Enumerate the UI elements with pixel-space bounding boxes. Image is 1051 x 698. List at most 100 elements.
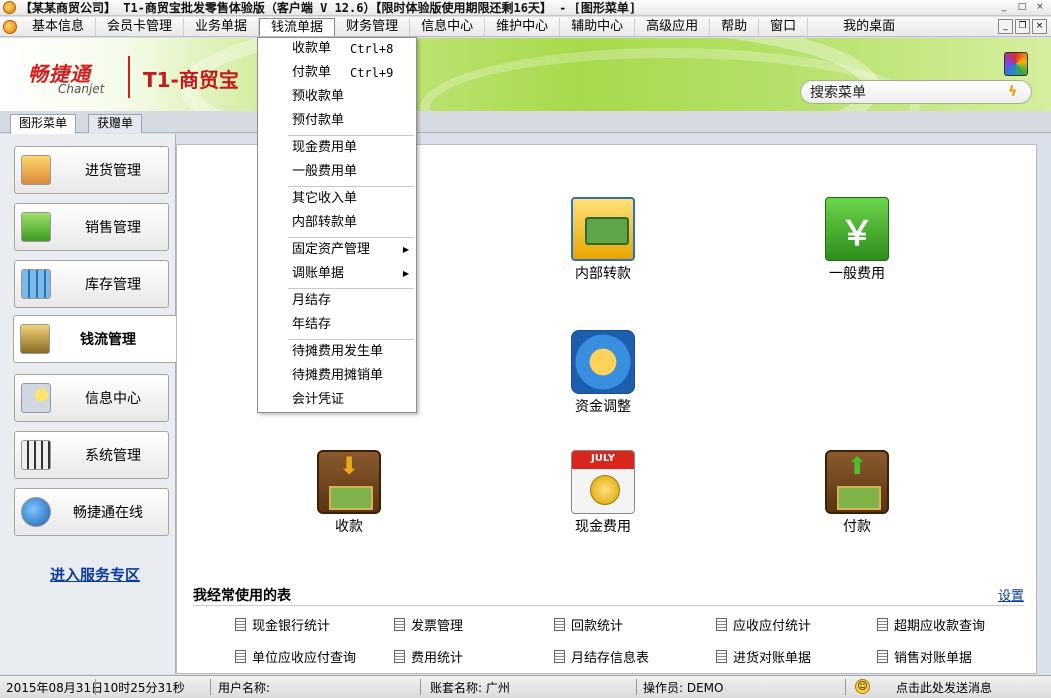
menu-assist[interactable]: 辅助中心 — [560, 17, 636, 36]
service-zone-link[interactable]: 进入服务专区 — [50, 564, 140, 585]
app-logo-icon — [3, 1, 16, 14]
menu-item-cash-expense[interactable]: 现金费用单 — [259, 137, 415, 159]
sales-basket-icon — [21, 212, 51, 242]
mdi-controls: _ ❐ × — [998, 19, 1047, 34]
menu-member-card[interactable]: 会员卡管理 — [96, 17, 185, 36]
feature-label: 内部转款 — [575, 266, 631, 282]
inventory-icon — [21, 269, 51, 299]
menu-cash-flow-docs[interactable]: 钱流单据 — [259, 17, 336, 36]
status-bar: 2015年08月31日 10时25分31秒 用户名称: 账套名称: 广州 操作员… — [0, 675, 1051, 698]
tab-gift-orders[interactable]: 获赠单 — [88, 114, 143, 133]
menu-info-center[interactable]: 信息中心 — [410, 17, 486, 36]
mdi-close-button[interactable]: × — [1032, 19, 1047, 34]
menu-advanced[interactable]: 高级应用 — [635, 17, 711, 36]
frequent-settings-link[interactable]: 设置 — [998, 585, 1024, 604]
menu-item-receipt[interactable]: 收款单 Ctrl+8 — [259, 38, 415, 60]
search-label: 搜索菜单 — [810, 85, 866, 101]
menu-basic-info[interactable]: 基本信息 — [21, 17, 97, 36]
nav-sales[interactable]: 销售管理 — [14, 203, 169, 251]
status-account: 账套名称: 广州 — [430, 681, 510, 695]
menu-item-internal-transfer[interactable]: 内部转款单 — [259, 212, 415, 234]
feature-cash-expense[interactable]: JULY 现金费用 — [543, 450, 663, 536]
frequent-report-item[interactable]: 超期应收款查询 — [877, 615, 985, 634]
mdi-minimize-button[interactable]: _ — [998, 19, 1013, 34]
menu-maintenance[interactable]: 维护中心 — [485, 17, 561, 36]
frequent-report-item[interactable]: 发票管理 — [394, 615, 463, 634]
title-bar: 【某某商贸公司】 T1-商贸宝批发零售体验版（客户端 V 12.6）【限时体验版… — [0, 0, 1051, 16]
frequent-report-label: 月结存信息表 — [571, 651, 650, 666]
menu-business-docs[interactable]: 业务单据 — [184, 17, 260, 36]
minimize-button[interactable]: _ — [997, 1, 1011, 14]
nav-online[interactable]: 畅捷通在线 — [14, 488, 169, 536]
menu-finance[interactable]: 财务管理 — [335, 17, 411, 36]
nav-cash-flow[interactable]: 钱流管理 — [13, 315, 177, 363]
submenu-arrow-icon: ▶ — [402, 269, 409, 278]
frequent-report-item[interactable]: 月结存信息表 — [554, 647, 649, 666]
menu-help[interactable]: 帮助 — [710, 17, 760, 36]
menu-item-payment[interactable]: 付款单 Ctrl+9 — [259, 62, 415, 84]
menu-separator — [288, 288, 414, 289]
app-menu-icon[interactable] — [3, 19, 17, 34]
menu-item-voucher[interactable]: 会计凭证 — [259, 389, 415, 411]
report-doc-icon — [716, 618, 727, 631]
color-palette-icon[interactable] — [1004, 52, 1028, 76]
menu-item-yearly-close[interactable]: 年结存 — [259, 314, 415, 336]
menu-item-adjustment-docs[interactable]: 调账单据 ▶ — [259, 263, 415, 285]
tab-strip: 图形菜单 获赠单 — [0, 111, 1051, 134]
feature-fund-adjust[interactable]: 资金调整 — [543, 330, 663, 416]
menu-window[interactable]: 窗口 — [759, 17, 809, 36]
nav-info-center[interactable]: 信息中心 — [14, 374, 169, 422]
frequent-report-item[interactable]: 单位应收应付查询 — [235, 647, 356, 666]
nav-system[interactable]: 系统管理 — [14, 431, 169, 479]
close-button[interactable]: × — [1033, 1, 1047, 14]
frequent-report-item[interactable]: 费用统计 — [394, 647, 463, 666]
nav-inventory[interactable]: 库存管理 — [14, 260, 169, 308]
frequent-report-item[interactable]: 销售对账单据 — [877, 647, 972, 666]
search-input[interactable] — [870, 84, 1002, 100]
status-separator — [420, 679, 421, 695]
menu-separator — [288, 339, 414, 340]
frequent-report-item[interactable]: 应收应付统计 — [716, 615, 811, 634]
feature-internal-transfer[interactable]: 内部转款 — [543, 197, 663, 283]
menu-item-label: 收款单 — [292, 41, 332, 56]
nav-label: 畅捷通在线 — [73, 505, 143, 521]
frequent-report-item[interactable]: 进货对账单据 — [716, 647, 811, 666]
frequent-report-label: 单位应收应付查询 — [252, 651, 357, 666]
feature-general-expense[interactable]: 一般费用 — [797, 197, 917, 283]
lightning-search-icon[interactable]: ϟ — [1008, 84, 1017, 100]
feature-pay[interactable]: 付款 — [797, 450, 917, 536]
menu-item-monthly-close[interactable]: 月结存 — [259, 290, 415, 312]
menu-item-deferred-amortize[interactable]: 待摊费用摊销单 — [259, 365, 415, 387]
feature-receive[interactable]: 收款 — [289, 450, 409, 536]
brand-divider — [128, 56, 130, 98]
send-message-link[interactable]: 点击此处发送消息 — [896, 679, 992, 696]
menu-my-desktop[interactable]: 我的桌面 — [832, 18, 906, 36]
report-doc-icon — [716, 650, 727, 663]
tab-graphic-menu[interactable]: 图形菜单 — [10, 114, 77, 134]
cash-flow-dropdown-menu: 收款单 Ctrl+8 付款单 Ctrl+9 预收款单 预付款单 现金费用单 一般费用… — [257, 37, 417, 413]
menu-item-deferred-incur[interactable]: 待摊费用发生单 — [259, 341, 415, 363]
menu-item-other-income[interactable]: 其它收入单 — [259, 188, 415, 210]
maximize-button[interactable]: □ — [1015, 1, 1029, 14]
frequent-report-item[interactable]: 回款统计 — [554, 615, 623, 634]
online-globe-icon — [21, 497, 51, 527]
menu-item-general-expense[interactable]: 一般费用单 — [259, 161, 415, 183]
smile-icon: ☺ — [855, 679, 870, 694]
frequent-report-item[interactable]: 现金银行统计 — [235, 615, 330, 634]
status-separator — [210, 679, 211, 695]
mdi-restore-button[interactable]: ❐ — [1015, 19, 1030, 34]
search-menu-box: 搜索菜单 ϟ — [800, 80, 1032, 104]
menu-item-advance-payment[interactable]: 预付款单 — [259, 110, 415, 132]
feature-label: 收款 — [335, 519, 363, 535]
frequent-report-label: 回款统计 — [571, 619, 624, 634]
menu-shortcut: Ctrl+8 — [350, 42, 394, 56]
menu-item-fixed-assets[interactable]: 固定资产管理 ▶ — [259, 239, 415, 261]
calendar-month-text: JULY — [591, 453, 615, 464]
money-transfer-icon — [571, 197, 635, 261]
nav-purchase[interactable]: 进货管理 — [14, 146, 169, 194]
nav-label: 进货管理 — [85, 163, 141, 179]
menu-shortcut: Ctrl+9 — [350, 66, 394, 80]
menu-item-advance-receipt[interactable]: 预收款单 — [259, 86, 415, 108]
nav-label: 销售管理 — [85, 220, 141, 236]
status-user: 用户名称: — [218, 681, 271, 695]
